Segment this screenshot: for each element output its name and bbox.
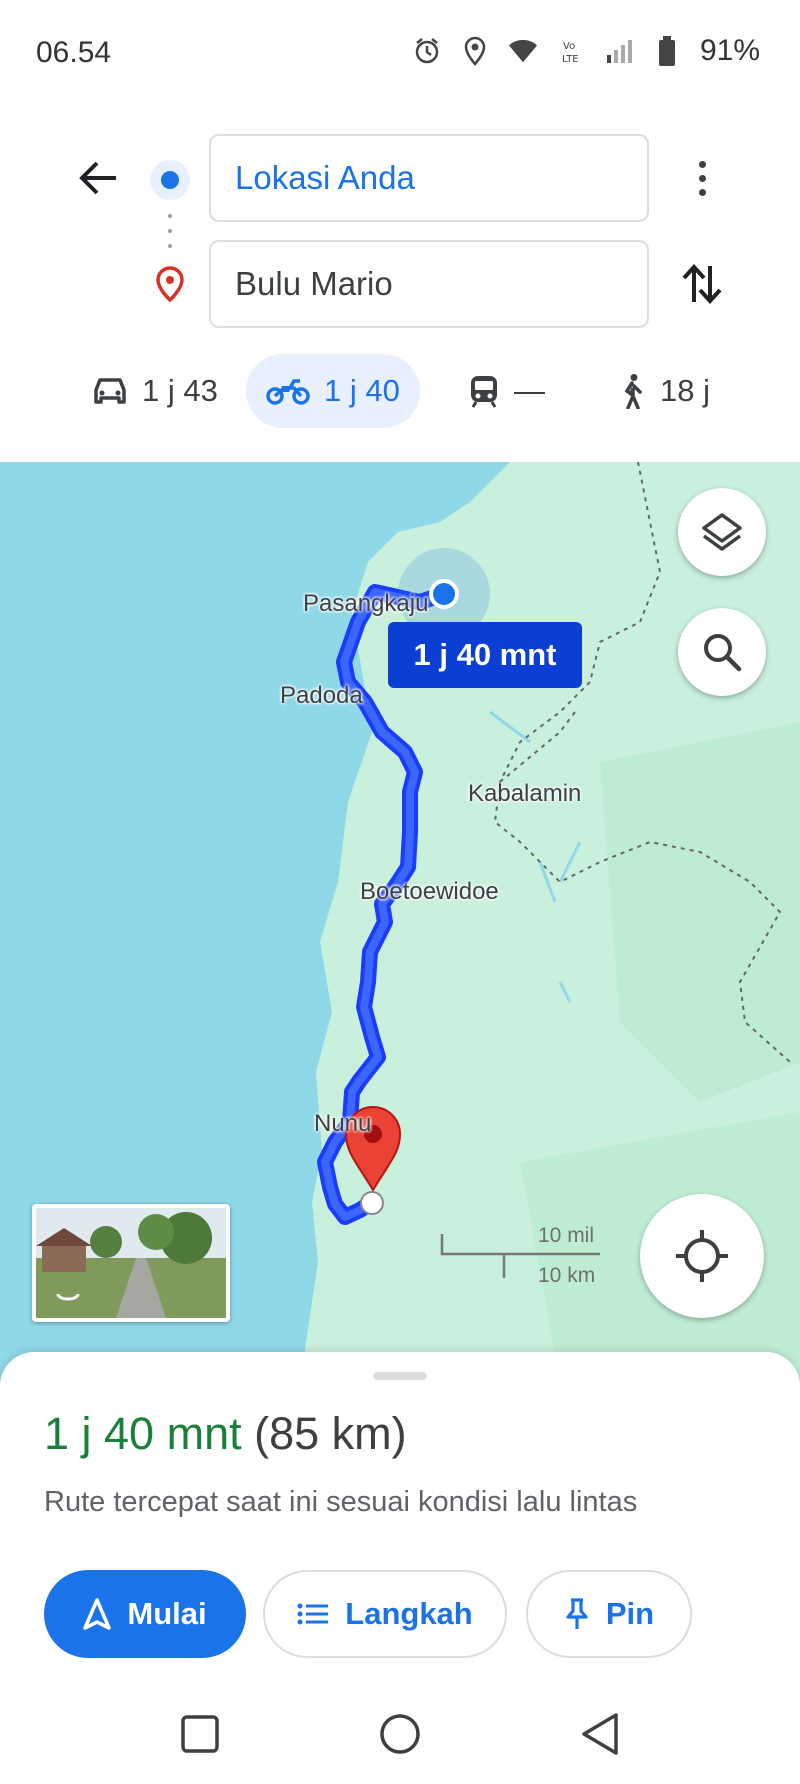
location-icon [460, 35, 490, 67]
system-nav-bar [0, 1684, 800, 1784]
pin-button[interactable]: Pin [526, 1570, 692, 1658]
svg-text:Vo: Vo [563, 41, 575, 52]
walk-icon [624, 374, 642, 409]
place-label-boetoewidoe: Boetoewidoe [360, 878, 499, 905]
steps-button[interactable]: Langkah [263, 1570, 507, 1658]
scale-miles: 10 mil [538, 1224, 595, 1247]
scale-km: 10 km [538, 1264, 596, 1287]
travel-mode-tabs: 1 j 43 1 j 40 — 18 j [0, 354, 800, 428]
navigation-arrow-icon [83, 1598, 112, 1630]
tab-motorcycle-label: 1 j 40 [324, 373, 400, 408]
place-label-pasangkaju: Pasangkaju [303, 590, 429, 617]
place-label-nunu: Nunu [314, 1110, 372, 1137]
steps-button-label: Langkah [345, 1596, 473, 1631]
route-eta-chip[interactable]: 1 j 40 mnt [388, 622, 582, 688]
sheet-drag-handle[interactable] [373, 1372, 427, 1380]
alarm-icon [412, 35, 442, 67]
start-button-label: Mulai [127, 1596, 207, 1631]
route-summary: 1 j 40 mnt (85 km) [44, 1408, 407, 1460]
svg-text:LTE: LTE [562, 54, 579, 65]
start-navigation-button[interactable]: Mulai [44, 1570, 246, 1658]
tab-transit-label: — [514, 373, 545, 408]
map-view[interactable]: Pasangkaju Padoda Kabalamin Boetoewidoe … [0, 462, 800, 1382]
tab-walk-label: 18 j [660, 373, 710, 408]
status-time: 06.54 [36, 36, 112, 69]
route-distance: (85 km) [254, 1408, 407, 1459]
status-icons: Vo LTE 91% [412, 34, 760, 68]
more-options-button[interactable] [680, 150, 724, 206]
battery-percentage: 91% [699, 34, 760, 67]
signal-icon [604, 35, 634, 67]
home-icon [380, 1714, 420, 1754]
nav-back-button[interactable] [572, 1706, 628, 1762]
swap-icon [682, 264, 722, 304]
back-triangle-icon [582, 1713, 618, 1755]
street-view-thumbnail[interactable] [32, 1204, 230, 1322]
destination-text: Bulu Mario [235, 265, 393, 302]
swap-directions-button[interactable] [676, 258, 728, 310]
crosshair-icon [676, 1230, 728, 1282]
origin-text: Lokasi Anda [235, 159, 415, 196]
my-location-button[interactable] [640, 1194, 764, 1318]
motorcycle-icon [266, 379, 310, 405]
pin-icon [566, 1598, 588, 1629]
home-button[interactable] [372, 1706, 428, 1762]
layers-icon [702, 513, 742, 551]
recents-icon [181, 1715, 219, 1753]
tab-walk[interactable]: 18 j [598, 354, 730, 428]
origin-input[interactable]: Lokasi Anda [209, 134, 649, 222]
search-along-route-button[interactable] [678, 608, 766, 696]
search-icon [704, 634, 742, 672]
car-icon [94, 378, 126, 404]
arrow-back-icon [79, 161, 116, 195]
tab-car-label: 1 j 43 [142, 373, 218, 408]
origin-dot-icon [150, 160, 190, 200]
wifi-icon [508, 35, 538, 67]
destination-input[interactable]: Bulu Mario [209, 240, 649, 328]
current-location-dot [433, 583, 455, 605]
recents-button[interactable] [172, 1706, 228, 1762]
route-duration: 1 j 40 mnt [44, 1408, 242, 1459]
layers-button[interactable] [678, 488, 766, 576]
tab-car[interactable]: 1 j 43 [72, 354, 238, 428]
place-label-padoda: Padoda [280, 682, 363, 709]
route-summary-sheet[interactable]: 1 j 40 mnt (85 km) Rute tercepat saat in… [0, 1352, 800, 1684]
volte-icon: Vo LTE [556, 35, 586, 67]
battery-icon [652, 35, 682, 67]
route-connector [168, 214, 172, 248]
place-label-kabalamin: Kabalamin [468, 780, 582, 807]
tab-motorcycle[interactable]: 1 j 40 [246, 354, 420, 428]
map-scale: 10 mil 10 km [440, 1224, 610, 1314]
status-bar: 06.54 Vo LTE 91% [0, 0, 800, 108]
pin-button-label: Pin [605, 1596, 655, 1631]
tab-transit[interactable]: — [448, 354, 565, 428]
list-icon [297, 1603, 329, 1625]
transit-icon [471, 376, 497, 408]
route-description: Rute tercepat saat ini sesuai kondisi la… [44, 1486, 638, 1518]
destination-dot [360, 1191, 384, 1215]
back-button[interactable] [72, 152, 124, 204]
destination-pin-icon [155, 266, 185, 303]
